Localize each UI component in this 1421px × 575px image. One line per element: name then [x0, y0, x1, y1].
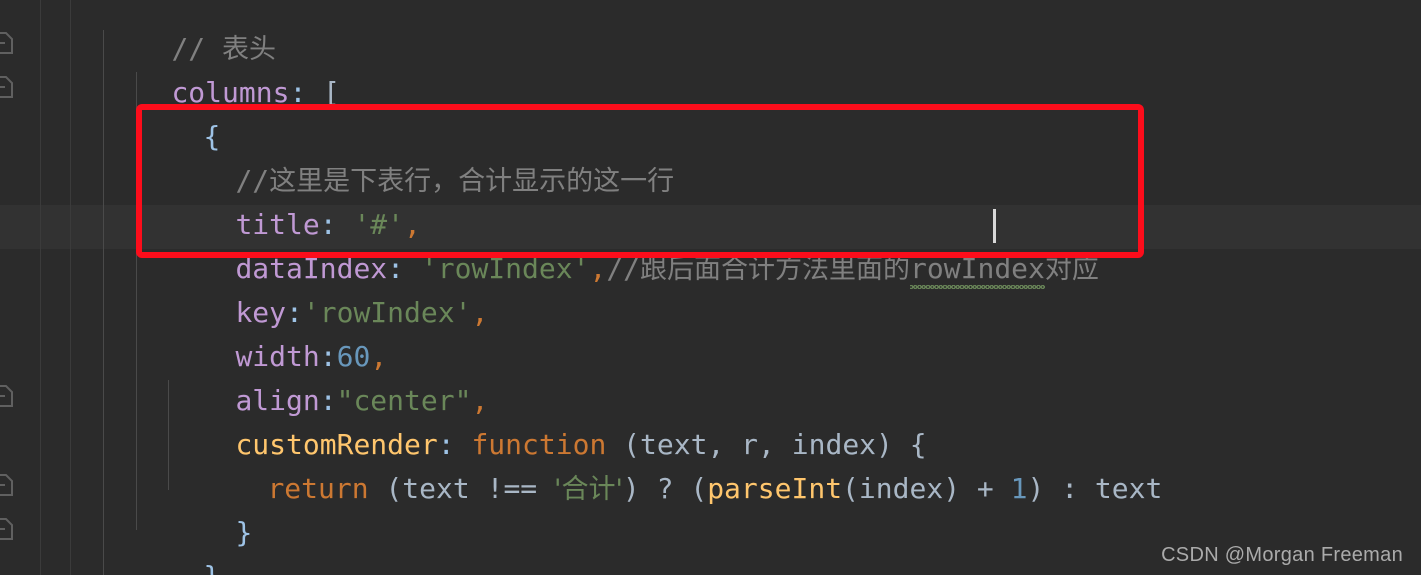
- fold-arrow-icon[interactable]: [0, 383, 14, 409]
- fold-arrow-icon[interactable]: [0, 516, 14, 542]
- comment-text-cjk-tail: 对应: [1044, 254, 1099, 285]
- fold-arrow-icon[interactable]: [0, 30, 14, 56]
- number-value: 1: [1010, 472, 1028, 505]
- colon: :: [289, 76, 307, 109]
- fold-arrow-icon[interactable]: [0, 74, 14, 100]
- gutter-divider-left: [40, 0, 41, 575]
- expression-part: (index) +: [842, 472, 1011, 505]
- keyword-return: return: [267, 472, 369, 505]
- string-value-cjk: '合计': [554, 474, 623, 505]
- comma: ,: [471, 296, 489, 329]
- comment-text-cjk: 跟后面合计方法里面的: [640, 254, 911, 285]
- comma: ,: [220, 560, 237, 575]
- code-line-13[interactable]: },: [136, 511, 237, 575]
- code-line-11[interactable]: return (text !== '合计') ? (parseInt(index…: [200, 423, 1162, 556]
- text-caret: [993, 209, 996, 243]
- expression-part: ) ? (: [622, 472, 708, 505]
- gutter-divider-right: [70, 0, 71, 575]
- comma: ,: [589, 252, 607, 285]
- open-bracket: [: [306, 76, 341, 109]
- function-parseint: parseInt: [707, 472, 843, 505]
- code-editor-viewport[interactable]: // 表头 columns: [ { //这里是下表行，合计显示的这一行 tit…: [0, 0, 1421, 575]
- fold-arrow-icon[interactable]: [0, 472, 14, 498]
- watermark-credit: CSDN @Morgan Freeman: [1161, 544, 1403, 566]
- comment-slashes: //: [606, 252, 641, 285]
- close-brace: }: [203, 560, 220, 575]
- expression-part: (text !==: [368, 472, 555, 505]
- expression-part: ) : text: [1027, 472, 1163, 505]
- close-brace: }: [235, 516, 253, 549]
- misspelled-word: rowIndex: [910, 247, 1045, 291]
